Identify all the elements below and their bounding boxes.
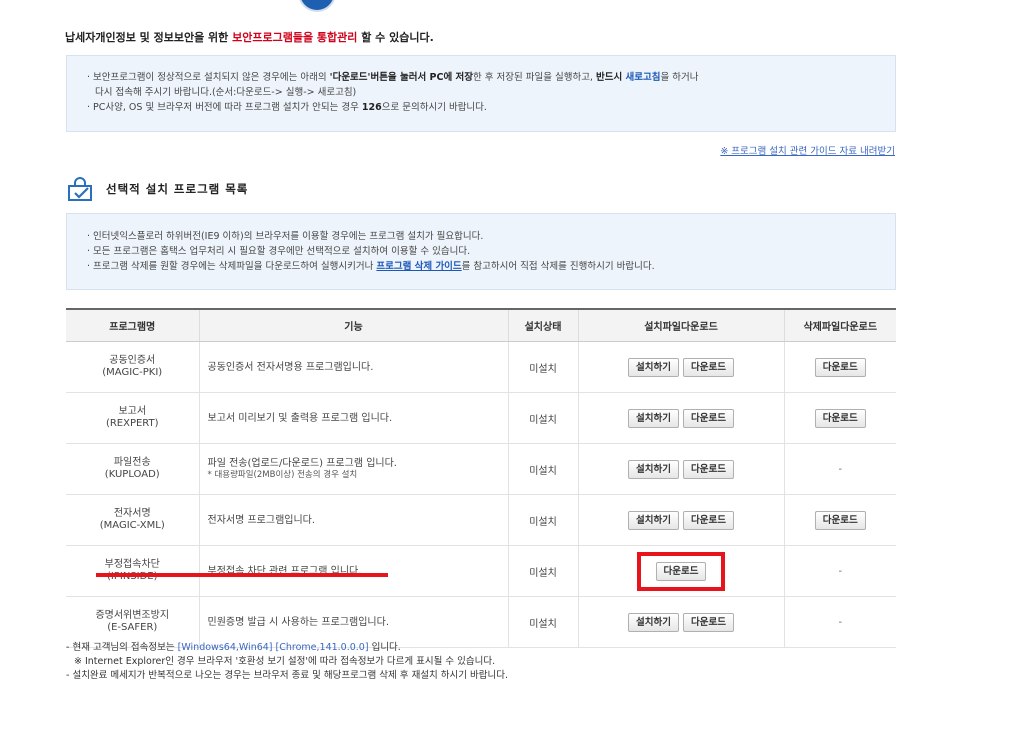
install-button[interactable]: 설치하기: [628, 408, 679, 428]
footer-line-3: - 설치완료 메세지가 반복적으로 나오는 경우는 브라우저 종료 및 해당프로…: [66, 670, 509, 681]
table-row: 부정접속차단(IPINSIDE) 부정접속 차단 관련 프로그램 입니다. 미설…: [66, 545, 896, 597]
notice-line-1: · 보안프로그램이 정상적으로 설치되지 않은 경우에는 아래의 '다운로드'버…: [87, 72, 699, 83]
notice2-line-2: · 모든 프로그램은 홈택스 업무처리 시 필요할 경우에만 선택적으로 설치하…: [87, 246, 471, 257]
download-button[interactable]: 다운로드: [683, 459, 734, 479]
program-name-cell: 증명서위변조방지 (E-SAFER): [66, 596, 199, 648]
uninstall-download-cell: 다운로드: [783, 341, 896, 393]
install-guide-download-link[interactable]: ※ 프로그램 설치 관련 가이드 자료 내려받기: [720, 143, 895, 157]
uninstall-guide-link[interactable]: 프로그램 삭제 가이드: [376, 261, 461, 272]
download-button[interactable]: 다운로드: [683, 357, 734, 377]
notice-line-3: · PC사양, OS 및 브라우저 버전에 따라 프로그램 설치가 안되는 경우…: [87, 102, 487, 113]
program-function-cell: 보고서 미리보기 및 출력용 프로그램 입니다.: [198, 392, 508, 444]
footer-line-2: ※ Internet Explorer인 경우 브라우저 '호환성 보기 설정'…: [74, 656, 496, 667]
uninstall-download-cell: 다운로드: [783, 392, 896, 444]
install-download-cell: 설치하기 다운로드: [577, 494, 784, 546]
uninstall-download-button[interactable]: 다운로드: [814, 510, 866, 530]
install-download-cell: 설치하기 다운로드: [577, 392, 784, 444]
install-button[interactable]: 설치하기: [628, 612, 679, 632]
uninstall-download-button[interactable]: 다운로드: [814, 408, 866, 428]
section-title-text: 선택적 설치 프로그램 목록: [106, 182, 249, 196]
footer-line-1: - 현재 고객님의 접속정보는 [Windows64,Win64] [Chrom…: [66, 642, 401, 653]
uninstall-download-button[interactable]: 다운로드: [814, 357, 866, 377]
table-row: 증명서위변조방지 (E-SAFER) 민원증명 발급 시 사용하는 프로그램입니다…: [66, 596, 896, 648]
table-header-row: 프로그램명 기능 설치상태 설치파일다운로드 삭제파일다운로드: [66, 308, 896, 342]
table-row: 전자서명 (MAGIC-XML) 전자서명 프로그램입니다. 미설치 설치하기 다운…: [66, 494, 896, 546]
install-status: 미설치: [507, 545, 578, 597]
footer-info: - 현재 고객님의 접속정보는 [Windows64,Win64] [Chrom…: [66, 641, 508, 683]
header-install-download: 설치파일다운로드: [577, 308, 784, 342]
table-row: 공동인증서 (MAGIC-PKI) 공동인증서 전자서명용 프로그램입니다. 미설…: [66, 341, 896, 393]
install-status: 미설치: [507, 392, 578, 444]
notice2-line-3: · 프로그램 삭제를 원할 경우에는 삭제파일을 다운로드하여 실행시키거나 프…: [87, 261, 655, 272]
uninstall-download-cell: -: [783, 596, 896, 648]
uninstall-download-cell: -: [783, 443, 896, 495]
notice-line-2: 다시 접속해 주시기 바랍니다.(순서:다운로드-> 실행-> 새로고침): [95, 87, 357, 98]
download-button[interactable]: 다운로드: [683, 612, 734, 632]
install-notice-box: · 보안프로그램이 정상적으로 설치되지 않은 경우에는 아래의 '다운로드'버…: [66, 55, 896, 132]
program-name-cell: 부정접속차단(IPINSIDE): [66, 545, 199, 597]
notice2-line-1: · 인터넷익스플로러 하위버전(IE9 이하)의 브라우저를 이용할 경우에는 …: [87, 231, 484, 242]
headline-text: 납세자개인정보 및 정보보안을 위한: [65, 31, 233, 44]
header-function: 기능: [198, 308, 508, 342]
header-uninstall-download: 삭제파일다운로드: [783, 308, 896, 342]
lock-check-icon: [68, 177, 92, 201]
program-function-cell: 부정접속 차단 관련 프로그램 입니다.: [198, 545, 508, 597]
download-button[interactable]: 다운로드: [683, 408, 734, 428]
program-name-cell: 공동인증서 (MAGIC-PKI): [66, 341, 199, 393]
uninstall-download-cell: 다운로드: [783, 494, 896, 546]
install-download-cell: 다운로드: [577, 545, 784, 597]
install-button[interactable]: 설치하기: [628, 510, 679, 530]
download-button[interactable]: 다운로드: [655, 561, 707, 581]
program-notice-box: · 인터넷익스플로러 하위버전(IE9 이하)의 브라우저를 이용할 경우에는 …: [66, 213, 896, 290]
program-function-cell: 전자서명 프로그램입니다.: [198, 494, 508, 546]
table-row: 보고서 (REXPERT) 보고서 미리보기 및 출력용 프로그램 입니다. 미설…: [66, 392, 896, 444]
program-table: 프로그램명 기능 설치상태 설치파일다운로드 삭제파일다운로드 공동인증서 (MA…: [66, 308, 896, 648]
install-download-cell: 설치하기 다운로드: [577, 341, 784, 393]
top-logo-circle: [298, 0, 336, 12]
headline-highlight: 보안프로그램들을 통합관리: [232, 31, 358, 44]
header-status: 설치상태: [507, 308, 578, 342]
program-function-cell: 공동인증서 전자서명용 프로그램입니다.: [198, 341, 508, 393]
section-title: 선택적 설치 프로그램 목록: [66, 175, 248, 203]
install-status: 미설치: [507, 341, 578, 393]
install-status: 미설치: [507, 443, 578, 495]
page-headline: 납세자개인정보 및 정보보안을 위한 보안프로그램들을 통합관리 할 수 있습니…: [65, 29, 434, 45]
download-button[interactable]: 다운로드: [683, 510, 734, 530]
install-download-cell: 설치하기 다운로드: [577, 596, 784, 648]
install-button[interactable]: 설치하기: [628, 357, 679, 377]
table-row: 파일전송 (KUPLOAD) 파일 전송(업로드/다운로드) 프로그램 입니다. *…: [66, 443, 896, 495]
install-status: 미설치: [507, 596, 578, 648]
headline-text-end: 할 수 있습니다.: [357, 31, 434, 44]
highlight-underline: [96, 573, 388, 577]
program-name-cell: 파일전송 (KUPLOAD): [66, 443, 199, 495]
uninstall-download-cell: -: [783, 545, 896, 597]
install-status: 미설치: [507, 494, 578, 546]
header-program-name: 프로그램명: [66, 308, 199, 342]
program-function-cell: 민원증명 발급 시 사용하는 프로그램입니다.: [198, 596, 508, 648]
program-function-cell: 파일 전송(업로드/다운로드) 프로그램 입니다. * 대용량파일(2MB이상) …: [198, 443, 508, 495]
highlight-box: 다운로드: [636, 551, 726, 591]
program-name-cell: 전자서명 (MAGIC-XML): [66, 494, 199, 546]
program-name-cell: 보고서 (REXPERT): [66, 392, 199, 444]
install-download-cell: 설치하기 다운로드: [577, 443, 784, 495]
install-button[interactable]: 설치하기: [628, 459, 679, 479]
